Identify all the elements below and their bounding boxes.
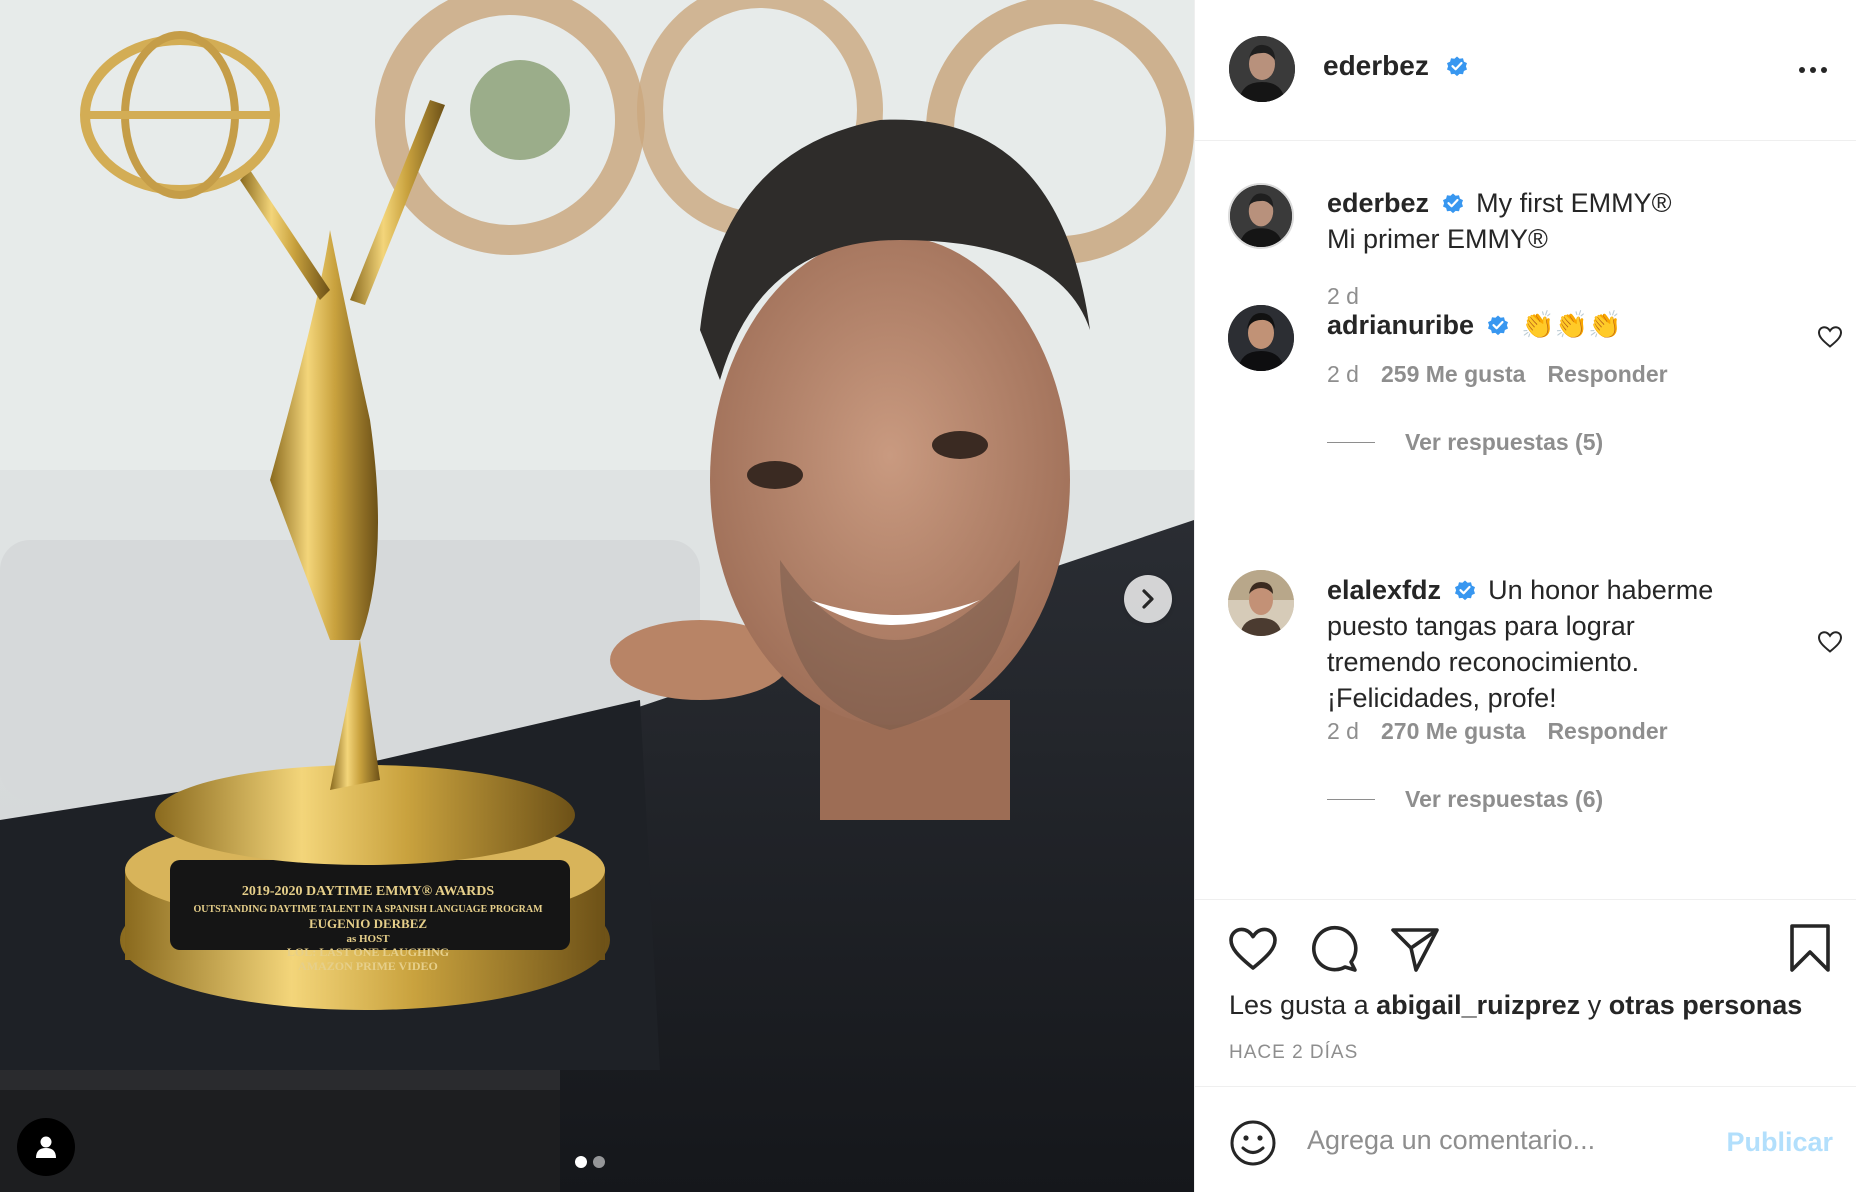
comments-section[interactable]: ederbez My first EMMY® Mi primer EMMY® 2… [1195,141,1856,899]
comment-time[interactable]: 2 d [1327,361,1359,388]
author-username[interactable]: ederbez [1323,50,1469,82]
others-link[interactable]: otras personas [1609,990,1803,1020]
plate-line-2: OUTSTANDING DAYTIME TALENT IN A SPANISH … [193,904,543,915]
plate-line-1: 2019-2020 DAYTIME EMMY® AWARDS [242,884,494,899]
comment-icon[interactable] [1309,924,1361,974]
reply-button[interactable]: Responder [1547,718,1667,745]
heart-icon[interactable] [1227,925,1279,973]
plate-line-3: EUGENIO DERBEZ [309,916,427,931]
author-avatar[interactable] [1229,36,1295,102]
next-image-button[interactable] [1124,575,1172,623]
replies-line [1327,799,1375,800]
view-replies-button[interactable]: Ver respuestas (5) [1327,429,1603,456]
likes-connector: y [1587,990,1602,1020]
caption-avatar[interactable] [1228,183,1294,249]
caption-username[interactable]: ederbez [1327,188,1429,218]
comment-body-line-2: puesto tangas para lograr [1327,611,1635,641]
comment-likes[interactable]: 259 Me gusta [1381,361,1525,388]
comment-body: 👏👏👏 [1521,310,1622,340]
comment-time[interactable]: 2 d [1327,718,1359,745]
caption-time[interactable]: 2 d [1327,283,1359,310]
view-replies-label[interactable]: Ver respuestas (6) [1405,786,1603,813]
comment-body-line-1: Un honor haberme [1488,575,1714,605]
share-icon[interactable] [1389,924,1441,974]
post-side-panel: ederbez ederbez My first EMMY® Mi primer… [1194,0,1856,1192]
view-replies-button[interactable]: Ver respuestas (6) [1327,786,1603,813]
comment-username[interactable]: adrianuribe [1327,310,1474,340]
comment-text: adrianuribe 👏👏👏 [1327,307,1787,343]
liker-username[interactable]: abigail_ruizprez [1376,990,1580,1020]
carousel-dot [593,1156,605,1168]
carousel-dot-active [575,1156,587,1168]
caption-text: ederbez My first EMMY® Mi primer EMMY® [1327,185,1747,257]
actions-divider [1195,899,1856,900]
comment-meta: 2 d 259 Me gusta Responder [1327,361,1668,388]
plate-line-5: LOL: LAST ONE LAUGHING [287,945,449,959]
comment-like-heart-icon[interactable] [1817,630,1843,654]
comment-like-heart-icon[interactable] [1817,325,1843,349]
plate-line-4: as HOST [346,933,390,945]
likes-prefix: Les gusta a [1229,990,1369,1020]
more-options-icon[interactable] [1793,56,1833,84]
comment-body-line-4: ¡Felicidades, profe! [1327,683,1557,713]
caption-line-1: My first EMMY® [1476,188,1672,218]
post-photo: 2019-2020 DAYTIME EMMY® AWARDS OUTSTANDI… [0,0,1194,1192]
verified-badge-icon [1442,193,1463,213]
reply-button[interactable]: Responder [1547,361,1667,388]
author-avatar-image [1229,36,1295,102]
comment-username[interactable]: elalexfdz [1327,575,1441,605]
plate-line-6: AMAZON PRIME VIDEO [298,959,438,973]
more-dot [1821,67,1827,73]
bookmark-icon[interactable] [1787,922,1833,974]
author-username-text[interactable]: ederbez [1323,50,1429,81]
comment-input[interactable] [1307,1117,1727,1163]
caption-meta: 2 d [1327,283,1359,310]
verified-badge-icon [1446,56,1467,76]
add-comment-form: Publicar [1195,1086,1856,1192]
more-dot [1810,67,1816,73]
user-tag-icon [36,1136,56,1158]
comment-likes[interactable]: 270 Me gusta [1381,718,1525,745]
tagged-users-button[interactable] [17,1118,75,1176]
comment-text: elalexfdz Un honor haberme puesto tangas… [1327,572,1787,716]
post-header: ederbez [1195,0,1856,141]
post-media[interactable]: 2019-2020 DAYTIME EMMY® AWARDS OUTSTANDI… [0,0,1194,1192]
caption-avatar-image [1230,185,1292,247]
comment-meta: 2 d 270 Me gusta Responder [1327,718,1668,745]
replies-line [1327,442,1375,443]
view-replies-label[interactable]: Ver respuestas (5) [1405,429,1603,456]
caption-line-2: Mi primer EMMY® [1327,224,1548,254]
more-dot [1799,67,1805,73]
comment-avatar-image [1228,570,1294,636]
likes-summary[interactable]: Les gusta a abigail_ruizprez y otras per… [1229,990,1802,1021]
verified-badge-icon [1487,315,1508,335]
comment-avatar[interactable] [1228,570,1294,636]
next-arrow-icon [1142,589,1154,609]
comment-body-line-3: tremendo reconocimiento. [1327,647,1640,677]
emoji-icon[interactable] [1229,1119,1277,1167]
publish-button[interactable]: Publicar [1726,1127,1833,1158]
comment-avatar-image [1228,305,1294,371]
comment-avatar[interactable] [1228,305,1294,371]
post-timestamp[interactable]: HACE 2 DÍAS [1229,1042,1358,1064]
carousel-indicator [575,1156,605,1168]
verified-badge-icon [1454,580,1475,600]
